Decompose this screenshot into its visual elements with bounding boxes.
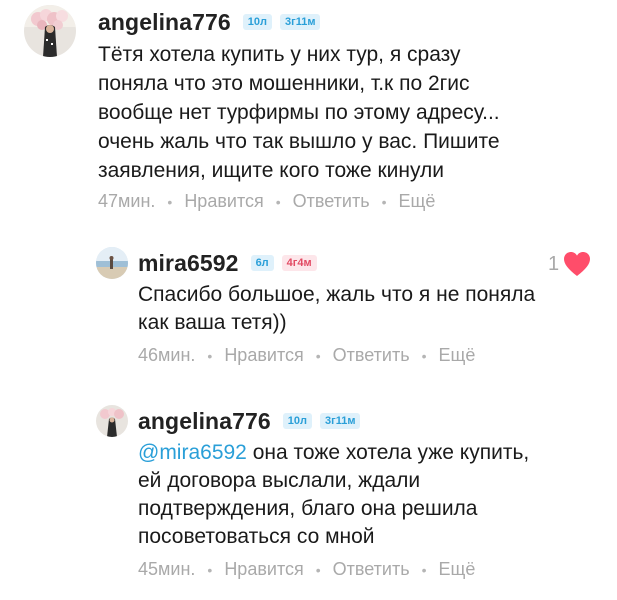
reply-button[interactable]: Ответить bbox=[293, 191, 370, 212]
reply-button[interactable]: Ответить bbox=[333, 345, 410, 366]
more-button[interactable]: Ещё bbox=[439, 559, 476, 580]
comment: angelina776 10л 3г11м Тётя хотела купить… bbox=[24, 4, 578, 212]
separator-dot: • bbox=[421, 561, 427, 578]
like-button[interactable]: Нравится bbox=[224, 559, 303, 580]
avatar-image bbox=[96, 405, 128, 437]
like-button[interactable]: Нравится bbox=[184, 191, 263, 212]
membership-badge: 3г11м bbox=[320, 413, 361, 429]
comment-time: 47мин. bbox=[98, 191, 156, 211]
heart-icon[interactable] bbox=[563, 251, 591, 277]
comment-header: angelina776 10л 3г11м bbox=[138, 403, 617, 439]
username[interactable]: angelina776 bbox=[98, 9, 231, 36]
avatar[interactable] bbox=[96, 247, 128, 279]
comment-actions: 47мин. • Нравится • Ответить • Ещё bbox=[98, 191, 578, 212]
comment-header: mira6592 6л 4г4м bbox=[138, 245, 608, 281]
separator-dot: • bbox=[207, 347, 213, 364]
comment-time: 45мин. bbox=[138, 559, 196, 579]
comment-actions: 46мин. • Нравится • Ответить • Ещё bbox=[138, 345, 608, 366]
separator-dot: • bbox=[315, 561, 321, 578]
like-button[interactable]: Нравится bbox=[224, 345, 303, 366]
like-count: 1 bbox=[548, 252, 560, 275]
comment: mira6592 6л 4г4м Спасибо большое, жаль ч… bbox=[96, 245, 608, 366]
separator-dot: • bbox=[381, 193, 387, 210]
account-age-badge: 10л bbox=[282, 413, 313, 429]
comment-body: angelina776 10л 3г11м Тётя хотела купить… bbox=[98, 4, 578, 212]
separator-dot: • bbox=[207, 561, 213, 578]
reply-button[interactable]: Ответить bbox=[333, 559, 410, 580]
avatar-image bbox=[96, 247, 128, 279]
separator-dot: • bbox=[315, 347, 321, 364]
comment-actions: 45мин. • Нравится • Ответить • Ещё bbox=[138, 559, 617, 580]
comment-text: Спасибо большое, жаль что я не поняла ка… bbox=[138, 283, 536, 334]
comment-text: @mira6592 она тоже хотела уже купить, ей… bbox=[138, 439, 617, 551]
membership-badge: 4г4м bbox=[281, 255, 317, 271]
avatar-image bbox=[24, 5, 76, 57]
username[interactable]: angelina776 bbox=[138, 408, 271, 435]
username[interactable]: mira6592 bbox=[138, 250, 239, 277]
comment: angelina776 10л 3г11м @mira6592 она тоже… bbox=[96, 403, 617, 580]
avatar[interactable] bbox=[24, 5, 76, 57]
more-button[interactable]: Ещё bbox=[439, 345, 476, 366]
comment-text: Тётя хотела купить у них тур, я сразу по… bbox=[98, 43, 500, 182]
comment-header: angelina776 10л 3г11м bbox=[98, 4, 578, 40]
account-age-badge: 10л bbox=[242, 14, 273, 30]
comment-time: 46мин. bbox=[138, 345, 196, 365]
like-counter[interactable]: 1 bbox=[548, 251, 591, 277]
comment-body: mira6592 6л 4г4м Спасибо большое, жаль ч… bbox=[138, 245, 608, 366]
user-mention[interactable]: @mira6592 bbox=[138, 441, 247, 464]
avatar[interactable] bbox=[96, 405, 128, 437]
membership-badge: 3г11м bbox=[280, 14, 321, 30]
separator-dot: • bbox=[167, 193, 173, 210]
account-age-badge: 6л bbox=[250, 255, 274, 271]
comment-body: angelina776 10л 3г11м @mira6592 она тоже… bbox=[138, 403, 617, 580]
separator-dot: • bbox=[275, 193, 281, 210]
separator-dot: • bbox=[421, 347, 427, 364]
more-button[interactable]: Ещё bbox=[399, 191, 436, 212]
